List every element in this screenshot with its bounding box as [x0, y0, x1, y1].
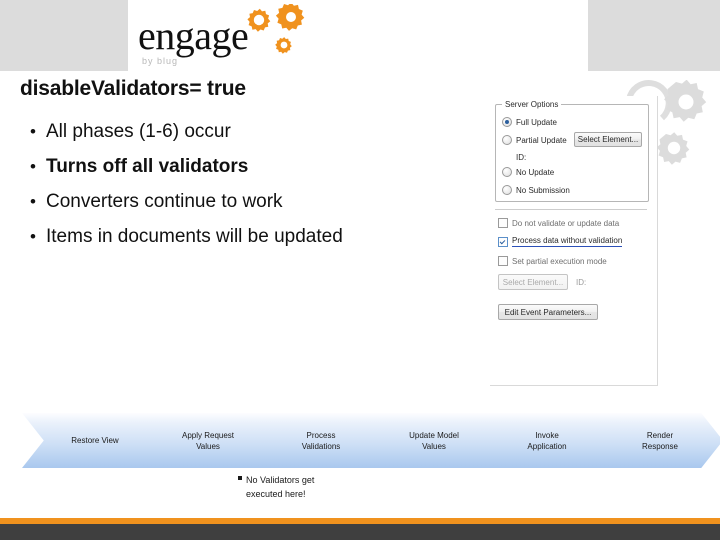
page-title: disableValidators= true [20, 77, 246, 100]
list-item-label: Items in documents will be updated [46, 226, 343, 247]
flow-phase-line2: Validations [301, 441, 341, 451]
checkbox-icon [498, 256, 508, 266]
annotation-line1: No Validators get [246, 475, 315, 485]
engage-logo: engage by blug [138, 4, 318, 68]
footer-bar [0, 524, 720, 540]
flow-phase-line1: Process [306, 430, 336, 440]
checkbox-partial-execution-mode[interactable]: Set partial execution mode [498, 256, 607, 266]
list-item: • Turns off all validators [20, 155, 460, 179]
flow-phase-line2: Values [422, 441, 446, 451]
checkbox-process-without-validation[interactable]: Process data without validation [498, 236, 623, 247]
radio-label: No Update [516, 167, 555, 177]
list-item: • Converters continue to work [20, 190, 460, 214]
list-item-label: All phases (1-6) occur [46, 121, 231, 142]
server-options-group-title: Server Options [502, 100, 562, 109]
checkbox-label: Do not validate or update data [512, 218, 620, 228]
radio-full-update[interactable]: Full Update [502, 117, 557, 127]
radio-no-submission[interactable]: No Submission [502, 185, 570, 195]
bullet-dot-icon: • [30, 157, 36, 176]
bullet-dot-icon: • [30, 227, 36, 246]
flow-phase-line1: Update Model [409, 430, 459, 440]
checkbox-do-not-validate[interactable]: Do not validate or update data [498, 218, 619, 228]
gear-icon [247, 4, 305, 54]
flow-phase-line1: Apply Request [181, 430, 235, 440]
header-band-left-gray [0, 0, 128, 71]
header-band-right-gray [588, 0, 720, 71]
radio-icon [502, 167, 512, 177]
logo-tagline: by blug [142, 56, 179, 66]
flow-phase-label: Update Model Values [376, 430, 482, 452]
list-item: • Items in documents will be updated [20, 225, 460, 249]
partial-execution-id-label: ID: [576, 278, 587, 287]
list-item: • All phases (1-6) occur [20, 120, 460, 144]
radio-label: Partial Update [516, 135, 567, 145]
list-item-label: Turns off all validators [46, 156, 249, 177]
radio-no-update[interactable]: No Update [502, 167, 554, 177]
edit-event-parameters-button[interactable]: Edit Event Parameters... [498, 304, 598, 320]
flow-phase-line2: Application [527, 441, 567, 451]
radio-partial-update[interactable]: Partial Update [502, 135, 567, 145]
select-element-button-disabled: Select Element... [498, 274, 568, 290]
flow-phase-line1: Invoke [535, 430, 559, 440]
radio-icon [502, 185, 512, 195]
flow-phase-label: Invoke Application [489, 430, 595, 452]
radio-icon [502, 117, 512, 127]
bullet-list: • All phases (1-6) occur • Turns off all… [20, 120, 460, 260]
divider [495, 209, 647, 210]
list-item-label: Converters continue to work [46, 191, 283, 212]
square-bullet-icon [238, 475, 242, 480]
flow-phase-line2: Response [641, 441, 679, 451]
flow-phase-line1: Restore View [71, 436, 119, 445]
flow-phase-line1: Render [646, 430, 674, 440]
flow-phase-line2: Values [196, 441, 220, 451]
server-options-screenshot: Server Options Full Update Partial Updat… [490, 96, 658, 386]
logo-wordmark: engage [138, 13, 249, 58]
bullet-dot-icon: • [30, 192, 36, 211]
bullet-dot-icon: • [30, 122, 36, 141]
checkbox-icon [498, 236, 508, 247]
radio-label: Full Update [516, 117, 557, 127]
checkbox-label: Set partial execution mode [512, 256, 607, 266]
flow-phase-label: Apply Request Values [150, 430, 256, 452]
radio-icon [502, 135, 512, 145]
flow-phase-restore-view[interactable]: Restore View [22, 413, 158, 468]
validators-annotation: No Validators get executed here! [238, 470, 388, 500]
flow-phase-label: Restore View [37, 435, 143, 446]
flow-phase-label: Render Response [602, 430, 708, 452]
checkbox-icon [498, 218, 508, 228]
radio-label: No Submission [516, 185, 570, 195]
header-band [0, 0, 720, 71]
checkbox-label: Process data without validation [512, 236, 623, 247]
flow-phase-label: Process Validations [263, 430, 369, 452]
annotation-line2: executed here! [246, 489, 306, 499]
select-element-button[interactable]: Select Element... [574, 132, 642, 147]
jsf-lifecycle-flow: Restore View Apply Request Values Proces… [22, 413, 720, 468]
partial-update-id-label: ID: [516, 153, 527, 162]
